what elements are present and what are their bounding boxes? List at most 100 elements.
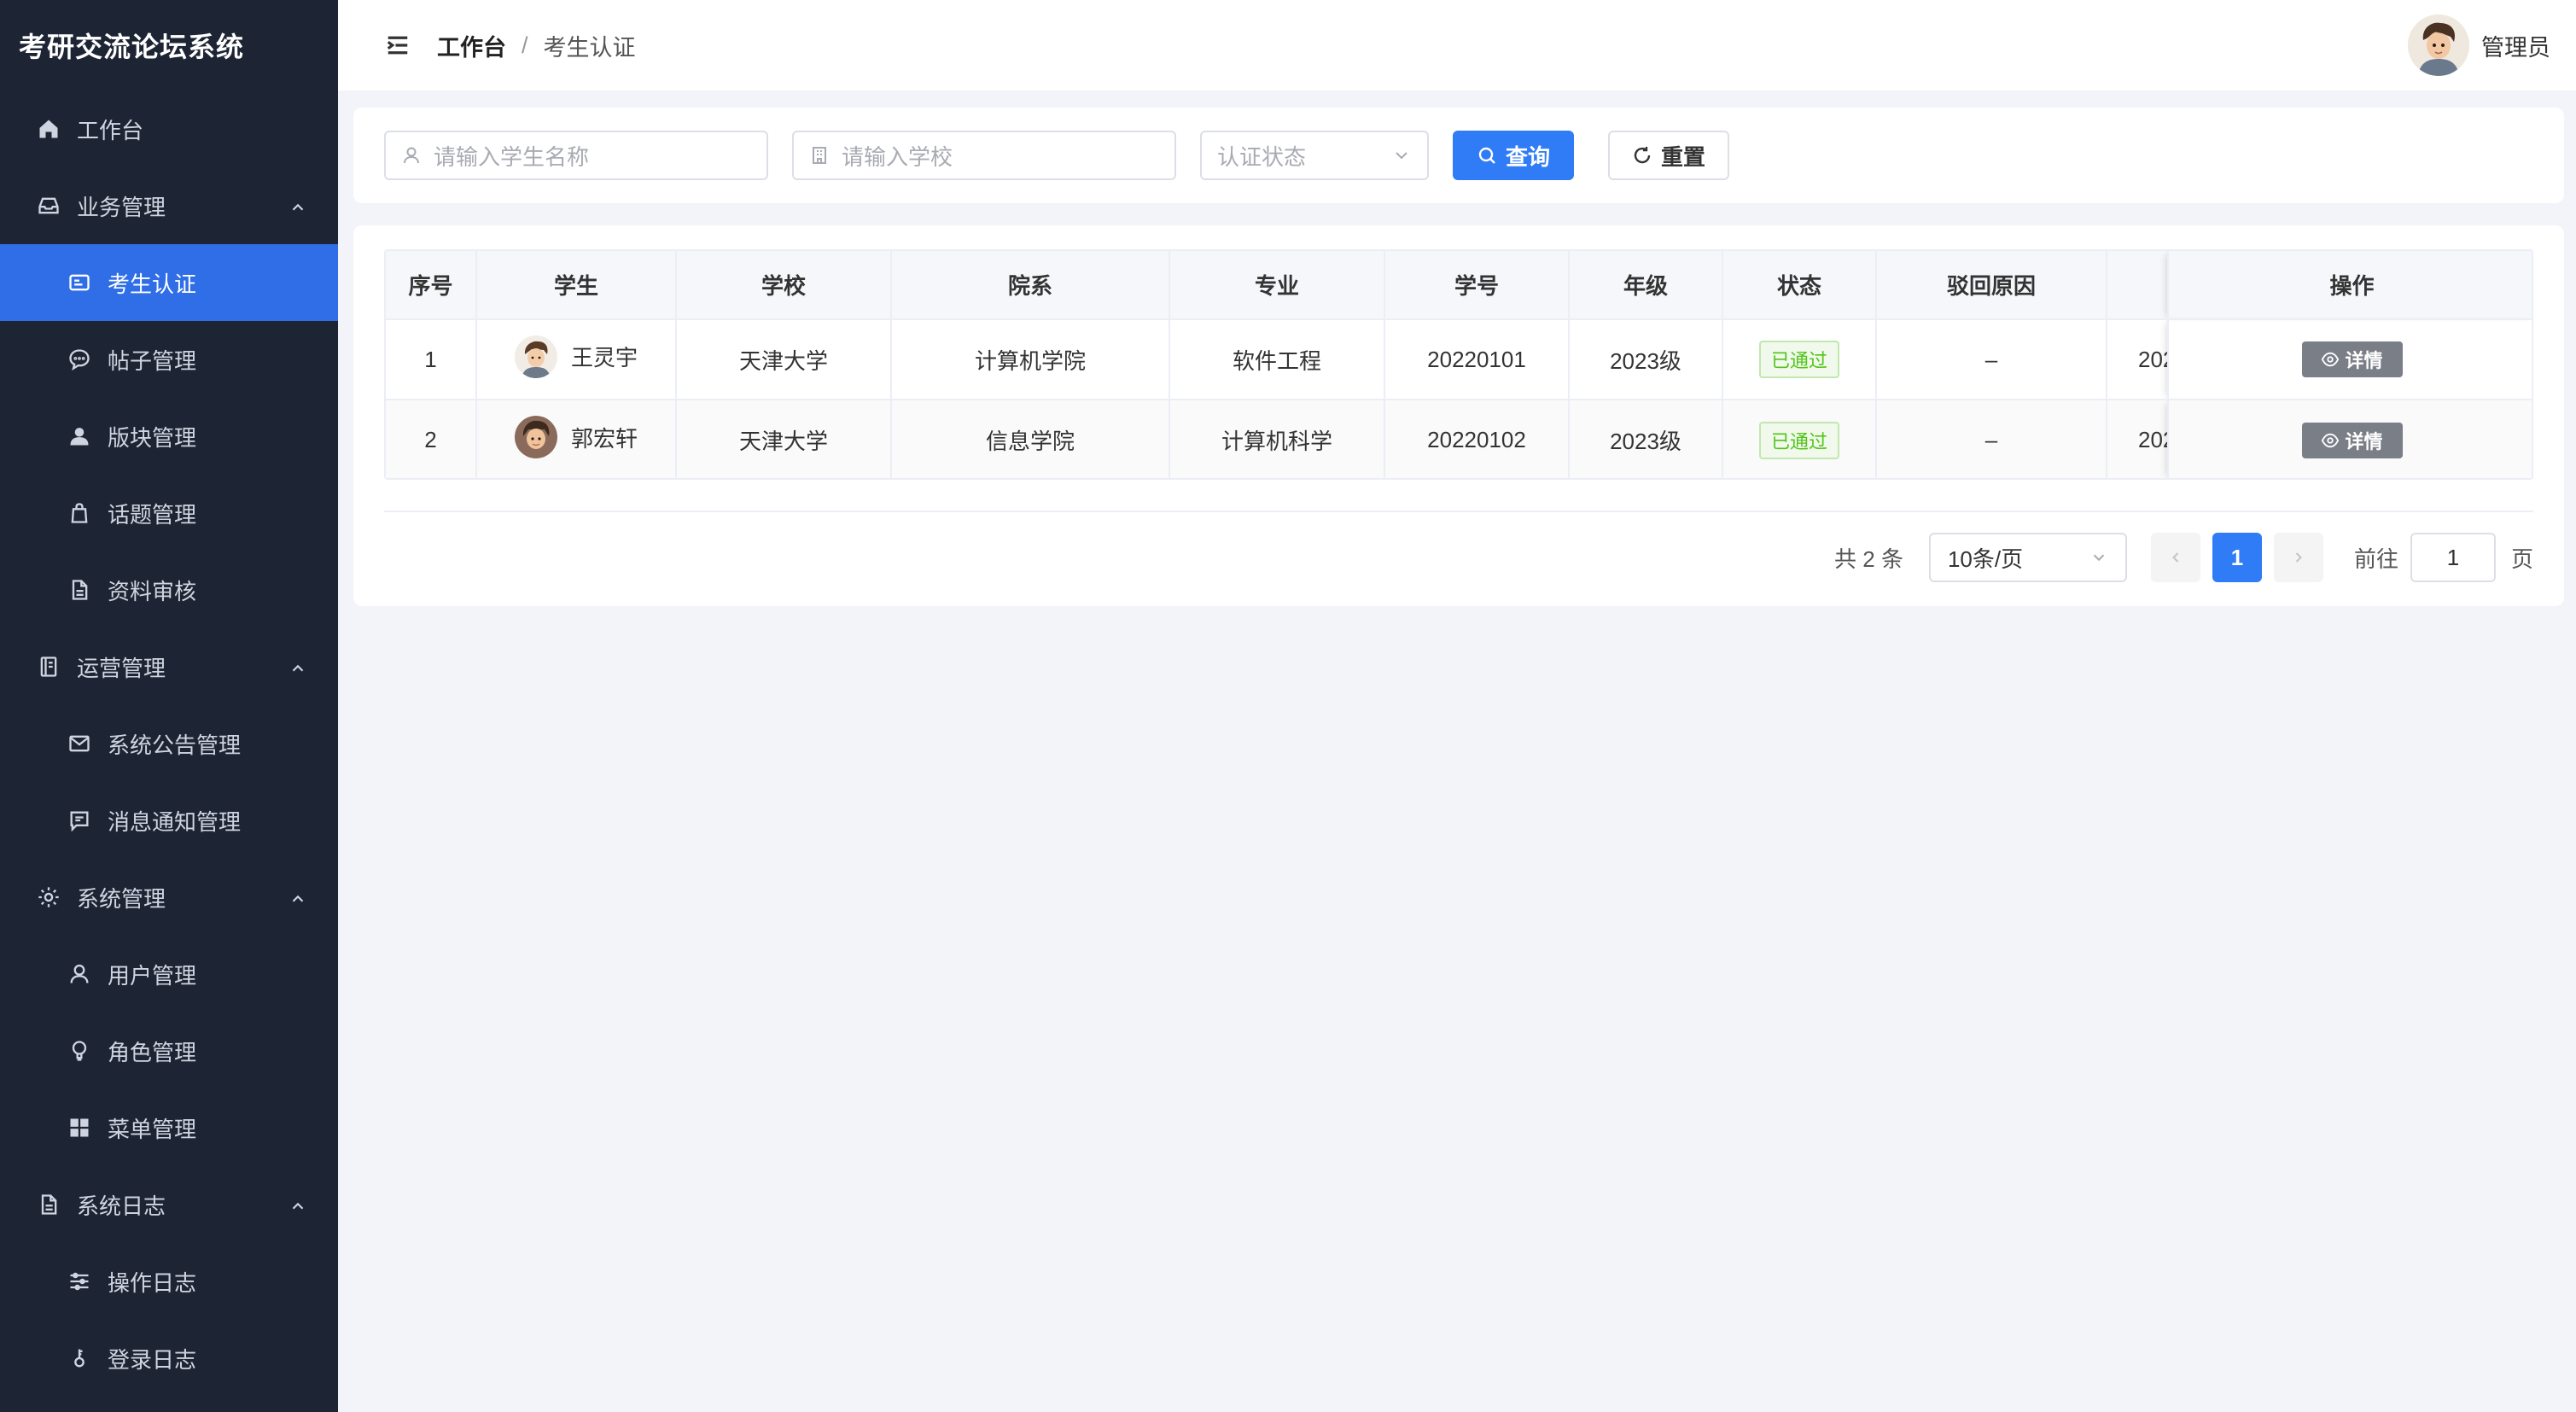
bag-icon bbox=[65, 499, 94, 528]
student-name-placeholder: 请输入学生名称 bbox=[434, 143, 590, 170]
col-student: 学生 bbox=[476, 251, 677, 319]
home-icon bbox=[34, 114, 63, 143]
reset-button[interactable]: 重置 bbox=[1608, 131, 1729, 180]
chevron-right-icon bbox=[2295, 552, 2302, 563]
sidebar-item-materials[interactable]: 资料审核 bbox=[0, 551, 338, 628]
cell-reason: – bbox=[1876, 399, 2107, 478]
sidebar-item-label: 业务管理 bbox=[77, 194, 166, 220]
sidebar-item-label: 系统管理 bbox=[77, 885, 166, 912]
cell-student: 郭宏轩 bbox=[476, 399, 677, 478]
breadcrumb-home[interactable]: 工作台 bbox=[437, 29, 506, 62]
chevron-left-icon bbox=[2172, 552, 2179, 563]
cell-index: 2 bbox=[386, 399, 477, 478]
student-name: 郭宏轩 bbox=[570, 425, 638, 452]
sidebar: 考研交流论坛系统 工作台 业务管理 考生认证 帖子管理 版块管理 话题管理 资料… bbox=[0, 0, 338, 1412]
status-select[interactable]: 认证状态 bbox=[1200, 131, 1429, 180]
col-reason: 驳回原因 bbox=[1876, 251, 2107, 319]
sliders-icon bbox=[65, 1267, 94, 1296]
search-icon bbox=[1478, 147, 1495, 164]
cell-index: 1 bbox=[386, 318, 477, 400]
fold-icon bbox=[387, 36, 408, 55]
query-label: 查询 bbox=[1505, 143, 1550, 170]
page-number[interactable]: 1 bbox=[2212, 533, 2262, 582]
search-panel: 请输入学生名称 请输入学校 认证状态 查询 重置 bbox=[353, 108, 2564, 203]
sidebar-item-label: 角色管理 bbox=[108, 1039, 197, 1065]
document-icon bbox=[34, 1190, 63, 1219]
pagination: 共 2 条 10条/页 1 前往 1 页 bbox=[1834, 533, 2533, 582]
user-menu[interactable]: 管理员 bbox=[2408, 15, 2550, 76]
sidebar-group-business[interactable]: 业务管理 bbox=[0, 167, 338, 244]
key-icon bbox=[65, 1344, 94, 1373]
cell-dept: 信息学院 bbox=[891, 399, 1170, 478]
sidebar-item-sections[interactable]: 版块管理 bbox=[0, 398, 338, 475]
sidebar-item-posts[interactable]: 帖子管理 bbox=[0, 321, 338, 398]
prev-page-button[interactable] bbox=[2150, 533, 2200, 582]
sidebar-item-operation-log[interactable]: 操作日志 bbox=[0, 1243, 338, 1320]
sidebar-group-system[interactable]: 系统管理 bbox=[0, 859, 338, 936]
top-header: 工作台 / 考生认证 管理员 bbox=[338, 0, 2576, 90]
next-page-button[interactable] bbox=[2273, 533, 2323, 582]
student-avatar bbox=[514, 416, 557, 458]
collapse-menu-button[interactable] bbox=[381, 28, 415, 62]
sidebar-item-label: 消息通知管理 bbox=[108, 808, 242, 835]
reset-label: 重置 bbox=[1660, 143, 1705, 170]
sidebar-item-label: 资料审核 bbox=[108, 578, 197, 604]
sidebar-item-announcements[interactable]: 系统公告管理 bbox=[0, 705, 338, 782]
breadcrumb: 工作台 / 考生认证 bbox=[437, 29, 636, 62]
status-placeholder: 认证状态 bbox=[1217, 143, 1307, 170]
sidebar-item-roles[interactable]: 角色管理 bbox=[0, 1012, 338, 1089]
cell-status: 已通过 bbox=[1722, 399, 1877, 478]
detail-label: 详情 bbox=[2345, 430, 2383, 452]
breadcrumb-separator: / bbox=[522, 32, 528, 58]
chevron-up-icon bbox=[288, 1195, 307, 1214]
detail-label: 详情 bbox=[2345, 350, 2383, 371]
sidebar-item-notifications[interactable]: 消息通知管理 bbox=[0, 782, 338, 859]
sidebar-item-label: 运营管理 bbox=[77, 655, 166, 681]
sidebar-item-dashboard[interactable]: 工作台 bbox=[0, 90, 338, 167]
sidebar-item-label: 话题管理 bbox=[108, 501, 197, 528]
sidebar-item-label: 系统日志 bbox=[77, 1193, 166, 1219]
sidebar-item-menus[interactable]: 菜单管理 bbox=[0, 1089, 338, 1166]
goto-page-input[interactable]: 1 bbox=[2410, 533, 2496, 582]
col-action: 操作 bbox=[2168, 251, 2532, 319]
detail-button[interactable]: 详情 bbox=[2301, 422, 2403, 458]
col-truncated bbox=[2107, 251, 2169, 319]
mail-icon bbox=[65, 729, 94, 758]
col-dept: 院系 bbox=[891, 251, 1170, 319]
sidebar-item-student-auth[interactable]: 考生认证 bbox=[0, 244, 338, 321]
cell-sid: 20220102 bbox=[1384, 399, 1570, 478]
sidebar-item-topics[interactable]: 话题管理 bbox=[0, 475, 338, 551]
sidebar-item-login-log[interactable]: 登录日志 bbox=[0, 1320, 338, 1397]
user-filled-icon bbox=[65, 422, 94, 451]
table-row: 1 王灵宇 天津大学 计算机学院 软件工程 20220101 2023级 已通过… bbox=[386, 318, 2532, 400]
cell-grade: 2023级 bbox=[1569, 399, 1723, 478]
sidebar-group-operations[interactable]: 运营管理 bbox=[0, 628, 338, 705]
cell-truncated: 202 bbox=[2107, 399, 2169, 478]
user-icon bbox=[404, 147, 419, 164]
page-size-select[interactable]: 10条/页 bbox=[1928, 533, 2127, 582]
page-suffix: 页 bbox=[2510, 546, 2533, 572]
cell-major: 计算机科学 bbox=[1169, 399, 1385, 478]
cell-major: 软件工程 bbox=[1169, 318, 1385, 400]
chevron-up-icon bbox=[288, 888, 307, 907]
student-name-input[interactable]: 请输入学生名称 bbox=[384, 131, 768, 180]
school-input[interactable]: 请输入学校 bbox=[792, 131, 1176, 180]
col-school: 学校 bbox=[676, 251, 892, 319]
table-header-row: 序号 学生 学校 院系 专业 学号 年级 状态 驳回原因 操作 bbox=[386, 251, 2532, 319]
sidebar-item-label: 系统公告管理 bbox=[108, 732, 242, 758]
chat-dots-icon bbox=[65, 345, 94, 374]
cell-action: 详情 bbox=[2168, 399, 2532, 478]
id-card-icon bbox=[65, 268, 94, 297]
gear-icon bbox=[34, 883, 63, 912]
sidebar-item-users[interactable]: 用户管理 bbox=[0, 936, 338, 1012]
student-name: 王灵宇 bbox=[570, 345, 638, 371]
status-badge: 已通过 bbox=[1758, 421, 1839, 459]
detail-button[interactable]: 详情 bbox=[2301, 341, 2403, 377]
query-button[interactable]: 查询 bbox=[1453, 131, 1574, 180]
sidebar-group-logs[interactable]: 系统日志 bbox=[0, 1166, 338, 1243]
table-panel: 序号 学生 学校 院系 专业 学号 年级 状态 驳回原因 操作 1 王灵宇 天津… bbox=[353, 225, 2564, 606]
cell-sid: 20220101 bbox=[1384, 318, 1570, 400]
school-placeholder: 请输入学校 bbox=[842, 143, 953, 170]
pagination-total: 共 2 条 bbox=[1834, 546, 1903, 572]
message-icon bbox=[65, 806, 94, 835]
